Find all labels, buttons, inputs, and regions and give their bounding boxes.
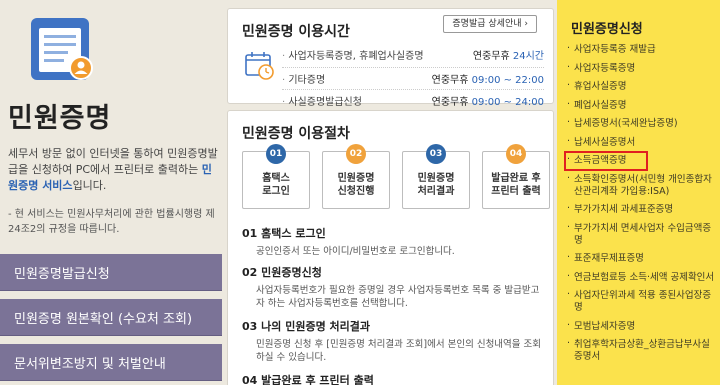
step-label: 홈택스 로그인	[262, 173, 290, 197]
procedure-item: 04 발급완료 후 프린터 출력	[242, 372, 542, 385]
procedure-item-desc: 사업자등록번호가 필요한 증명일 경우 사업자등록번호 목록 중 발급받고자 하…	[256, 285, 540, 309]
step-box: 04 발급완료 후 프린터 출력	[482, 144, 550, 209]
certificate-menu-list: 사업자등록증 재발급 사업자등록증명 휴업사실증명 폐업사실증명 납세증명서(국…	[564, 42, 716, 368]
procedure-item-heading: 02 민원증명신청	[242, 266, 322, 279]
step-label: 민원증명 처리결과	[417, 173, 455, 197]
issuance-detail-label: 증명발급 상세안내	[452, 19, 522, 29]
menu-item-subsidiary-workplace[interactable]: 사업자단위과세 적용 종된사업장증명	[566, 288, 716, 316]
menu-item-tax-payment-cert[interactable]: 납세증명서(국세완납증명)	[566, 116, 716, 132]
hours-row-label: 기타증명	[282, 71, 432, 86]
page-title: 민원증명	[8, 103, 112, 134]
menu-item-business-registration-reissue[interactable]: 사업자등록증 재발급	[566, 42, 716, 58]
procedure-item-desc: 민원증명 신청 후 [민원증명 처리결과 조회]에서 본인의 신청내역을 조회 …	[256, 339, 542, 363]
step-box: 01 홈택스 로그인	[242, 144, 310, 209]
procedure-steps: 01 홈택스 로그인 02 민원증명 신청진행 03 민원증명 처리결과 04 …	[242, 144, 550, 209]
apply-certificate-button[interactable]: 민원증명발급신청	[0, 254, 222, 291]
menu-item-student-loan-repayment[interactable]: 취업후학자금상환_상환금납부사실증명서	[566, 337, 716, 365]
menu-item-vat-tax-base[interactable]: 부가가치세 과세표준증명	[566, 202, 716, 218]
left-panel: 민원증명 세무서 방문 없이 인터넷을 통하여 민원증명발급을 신청하여 PC에…	[0, 0, 224, 385]
intro-text: 세무서 방문 없이 인터넷을 통하여 민원증명발급을 신청하여 PC에서 프린터…	[8, 146, 220, 194]
step-number: 02	[346, 144, 366, 164]
step-number: 01	[266, 144, 286, 164]
certificate-menu-panel: 민원증명신청 사업자등록증 재발급 사업자등록증명 휴업사실증명 폐업사실증명 …	[557, 0, 720, 385]
hours-row: 사업자등록증명, 휴폐업사실증명 연중무휴 24시간	[282, 43, 544, 65]
service-hours-card: 민원증명 이용시간 증명발급 상세안내 › 사업자등록증명, 휴폐업사실증명 연…	[227, 8, 554, 108]
menu-item-standard-financial-statement[interactable]: 표준재무제표증명	[566, 251, 716, 267]
hours-row-value: 연중무휴 09:00 ~ 22:00	[431, 75, 544, 86]
menu-item-pension-deduction[interactable]: 연금보험료등 소득·세액 공제확인서	[566, 270, 716, 286]
hours-row: 기타증명 연중무휴 09:00 ~ 22:00	[282, 67, 544, 89]
step-number: 04	[506, 144, 526, 164]
step-label: 발급완료 후 프린터 출력	[491, 173, 541, 197]
procedure-item-heading: 04 발급완료 후 프린터 출력	[242, 374, 374, 385]
menu-item-closure-fact[interactable]: 폐업사실증명	[566, 98, 716, 114]
menu-item-vat-exempt-revenue[interactable]: 부가가치세 면세사업자 수입금액증명	[566, 221, 716, 249]
certificate-menu-title: 민원증명신청	[571, 22, 643, 37]
procedure-item-heading: 03 나의 민원증명 처리결과	[242, 320, 370, 333]
menu-item-suspension-fact[interactable]: 휴업사실증명	[566, 79, 716, 95]
hours-row-value: 연중무휴 09:00 ~ 24:00	[431, 97, 544, 108]
hours-row-label: 사실증명발급신청	[282, 93, 432, 108]
menu-item-model-taxpayer[interactable]: 모범납세자증명	[566, 319, 716, 335]
regulation-note: - 현 서비스는 민원사무처리에 관한 법률시행령 제24조2의 규정을 따릅니…	[8, 209, 215, 235]
service-hours-title: 민원증명 이용시간	[242, 24, 350, 40]
procedure-item: 02 민원증명신청 사업자등록번호가 필요한 증명일 경우 사업자등록번호 목록…	[242, 264, 542, 310]
clock-calendar-icon	[245, 52, 274, 80]
forgery-prevention-button[interactable]: 문서위변조방지 및 처벌안내	[0, 344, 222, 381]
menu-item-business-registration-cert[interactable]: 사업자등록증명	[566, 61, 716, 77]
menu-item-income-amount-cert[interactable]: 소득금액증명	[564, 151, 648, 171]
step-label: 민원증명 신청진행	[337, 173, 375, 197]
procedure-item-heading: 01 홈택스 로그인	[242, 227, 326, 240]
chevron-right-icon: ›	[524, 19, 528, 29]
menu-item-tax-payment-fact[interactable]: 납세사실증명서	[566, 135, 716, 151]
verify-original-button[interactable]: 민원증명 원본확인 (수요처 조회)	[0, 299, 222, 336]
procedure-card: 민원증명 이용절차 01 홈택스 로그인 02 민원증명 신청진행 03 민원증…	[227, 110, 554, 385]
procedure-item: 01 홈택스 로그인 공인인증서 또는 아이디/비밀번호로 로그인합니다.	[242, 225, 542, 258]
step-number: 03	[426, 144, 446, 164]
document-icon	[31, 18, 93, 80]
hours-row-label: 사업자등록증명, 휴폐업사실증명	[282, 47, 473, 62]
issuance-detail-button[interactable]: 증명발급 상세안내 ›	[443, 15, 537, 33]
intro-text-main: 세무서 방문 없이 인터넷을 통하여 민원증명발급을 신청하여 PC에서 프린터…	[8, 147, 218, 176]
hours-row: 사실증명발급신청 연중무휴 09:00 ~ 24:00	[282, 89, 544, 111]
step-box: 03 민원증명 처리결과	[402, 144, 470, 209]
procedure-item-desc: 공인인증서 또는 아이디/비밀번호로 로그인합니다.	[256, 246, 455, 257]
procedure-item: 03 나의 민원증명 처리결과 민원증명 신청 후 [민원증명 처리결과 조회]…	[242, 318, 542, 364]
step-box: 02 민원증명 신청진행	[322, 144, 390, 209]
procedure-title: 민원증명 이용절차	[242, 126, 350, 142]
hours-row-value: 연중무휴 24시간	[472, 50, 544, 62]
intro-text-end: 입니다.	[72, 179, 107, 192]
menu-item-income-confirmation-isa[interactable]: 소득확인증명서(서민형 개인종합자산관리계좌 가입용:ISA)	[566, 172, 716, 200]
